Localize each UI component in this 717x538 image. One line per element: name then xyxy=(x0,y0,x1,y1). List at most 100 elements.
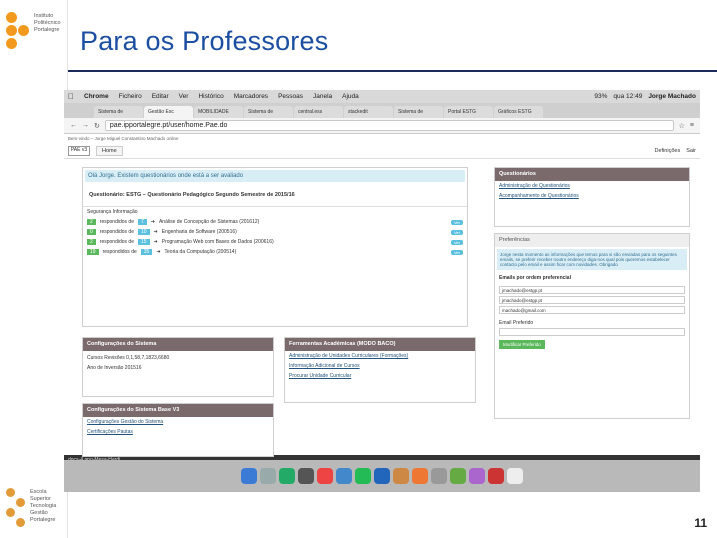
email-field[interactable]: machado@gmail.com xyxy=(499,306,685,314)
trash-icon[interactable] xyxy=(507,468,523,484)
questionnaire-title: Questionário: ESTG – Questionário Pedagó… xyxy=(89,192,295,198)
star-icon[interactable]: ☆ xyxy=(679,122,685,130)
terminal-icon[interactable] xyxy=(298,468,314,484)
panel-title: Configurações do Sistema Base V3 xyxy=(83,404,273,417)
course-name: Análise de Concepção de Sistemas (201612… xyxy=(158,219,260,225)
mac-menu-bar:  Chrome Ficheiro Editar Ver Histórico M… xyxy=(64,90,700,103)
logo-line: Superior xyxy=(30,496,51,502)
panel-title: Questionários xyxy=(495,168,689,181)
view-button[interactable]: Ver xyxy=(450,219,463,225)
section-heading: Segurança Informação xyxy=(83,206,467,217)
panel-title: Ferramentas Académicas (MODO BACO) xyxy=(285,338,475,351)
app-icon[interactable] xyxy=(450,468,466,484)
launchpad-icon[interactable] xyxy=(260,468,276,484)
browser-tab[interactable]: Sistema de xyxy=(394,106,443,118)
config-sistema-panel: Configurações do Sistema Cursos Revisões… xyxy=(82,337,274,397)
panel-link[interactable]: Administração de Questionários xyxy=(495,181,689,191)
estg-logo: Escola Superior Tecnologia Gestão Portal… xyxy=(4,488,66,534)
panel-link[interactable]: Administração de Unidades Curriculares (… xyxy=(285,351,475,361)
slide: Instituto Politécnico Portalegre Escola … xyxy=(0,0,717,538)
battery-level: 93% xyxy=(594,93,608,100)
ferramentas-panel: Ferramentas Académicas (MODO BACO) Admin… xyxy=(284,337,476,403)
pae-logo[interactable]: PAE v3 xyxy=(68,145,90,156)
menu-ficheiro[interactable]: Ficheiro xyxy=(119,93,142,100)
browser-tab[interactable]: Sistema de xyxy=(94,106,143,118)
powerpoint-icon[interactable] xyxy=(412,468,428,484)
view-button[interactable]: Ver xyxy=(450,249,463,255)
panel-link[interactable]: Acompanhamento de Questionários xyxy=(495,191,689,201)
preferred-email-select[interactable] xyxy=(499,328,685,336)
logo-line: Escola xyxy=(30,489,47,495)
app-icon[interactable] xyxy=(336,468,352,484)
word-icon[interactable] xyxy=(374,468,390,484)
browser-tab[interactable]: Gráficos ESTG xyxy=(494,106,543,118)
total-count: 35 xyxy=(140,249,153,255)
answered-count: 2 xyxy=(87,219,96,225)
modify-preferred-button[interactable]: Modificar Preferido xyxy=(499,340,545,349)
preferred-label: Email Preferido xyxy=(499,320,534,326)
finder-icon[interactable] xyxy=(241,468,257,484)
menu-ver[interactable]: Ver xyxy=(179,93,189,100)
menu-historico[interactable]: Histórico xyxy=(198,93,223,100)
email-field[interactable]: jmachado@estgp.pt xyxy=(499,286,685,294)
alert-banner: Olá Jorge. Existem questionários onde es… xyxy=(85,170,465,182)
answered-count: 2 xyxy=(87,239,96,245)
menu-pessoas[interactable]: Pessoas xyxy=(278,93,303,100)
forward-icon[interactable]: → xyxy=(82,122,89,129)
app-icon[interactable] xyxy=(488,468,504,484)
menu-ajuda[interactable]: Ajuda xyxy=(342,93,359,100)
apple-icon[interactable]:  xyxy=(68,92,74,101)
questionnaire-panel: Olá Jorge. Existem questionários onde es… xyxy=(82,167,468,327)
panel-link[interactable]: Procurar Unidade Curricular xyxy=(285,371,475,381)
panel-title: Preferências xyxy=(495,234,689,247)
slide-title: Para os Professores xyxy=(80,26,329,56)
menu-chrome[interactable]: Chrome xyxy=(84,93,109,100)
list-item: 2 respondidos de 15 ➜ Programação Web co… xyxy=(83,237,467,247)
preferencias-panel: Preferências Jorge nesta momento as info… xyxy=(494,233,690,419)
url-input[interactable]: pae.ipportalegre.pt/user/home.Pae.do xyxy=(104,120,674,131)
list-item: 19 respondidos de 35 ➜ Teoria da Computa… xyxy=(83,247,467,257)
logo-line: Instituto xyxy=(34,13,54,19)
app-icon[interactable] xyxy=(279,468,295,484)
panel-link[interactable]: Configurações Gestão do Sistema xyxy=(83,417,273,427)
left-sidebar: Instituto Politécnico Portalegre Escola … xyxy=(0,0,68,538)
total-count: 15 xyxy=(137,239,150,245)
app-icon[interactable] xyxy=(431,468,447,484)
back-icon[interactable]: ← xyxy=(70,122,77,129)
panel-link[interactable]: Informação Adicional de Cursos xyxy=(285,361,475,371)
view-button[interactable]: Ver xyxy=(450,229,463,235)
reload-icon[interactable]: ↻ xyxy=(94,122,100,130)
panel-line: Cursos Revisões 0,1,58,7,1823,6680 xyxy=(87,355,170,361)
logout-button[interactable]: Sair xyxy=(686,148,696,154)
browser-tab[interactable]: central.ess xyxy=(294,106,343,118)
app-icon[interactable] xyxy=(355,468,371,484)
browser-tab[interactable]: stackedit xyxy=(344,106,393,118)
email-field[interactable]: jmachado@estgp.pt xyxy=(499,296,685,304)
answered-count: 19 xyxy=(87,249,99,255)
browser-tab[interactable]: Sistema de xyxy=(244,106,293,118)
row-label: respondidos de xyxy=(99,229,134,235)
app-icon[interactable] xyxy=(469,468,485,484)
browser-tab[interactable]: Gestão Esc xyxy=(144,106,193,118)
browser-tab[interactable]: MOBILIDADE xyxy=(194,106,243,118)
logo-line: Tecnologia xyxy=(30,503,57,509)
page-content: Olá Jorge. Existem questionários onde es… xyxy=(64,159,700,457)
menu-janela[interactable]: Janela xyxy=(313,93,332,100)
menu-editar[interactable]: Editar xyxy=(152,93,169,100)
arrow-icon: ➜ xyxy=(153,239,158,245)
course-name: Teoria da Computação (200514) xyxy=(164,249,237,255)
address-bar-row: ← → ↻ pae.ipportalegre.pt/user/home.Pae.… xyxy=(64,118,700,134)
menu-marcadores[interactable]: Marcadores xyxy=(234,93,268,100)
user-name[interactable]: Jorge Machado xyxy=(648,93,696,100)
panel-link[interactable]: Certificações Pautas xyxy=(83,427,273,437)
menu-icon[interactable]: ≡ xyxy=(690,122,694,129)
settings-button[interactable]: Definições xyxy=(655,148,681,154)
config-base-panel: Configurações do Sistema Base V3 Configu… xyxy=(82,403,274,457)
app-icon[interactable] xyxy=(393,468,409,484)
list-item: 0 respondidos de 10 ➜ Engenharia de Soft… xyxy=(83,227,467,237)
browser-tab[interactable]: Portal ESTG xyxy=(444,106,493,118)
home-button[interactable]: Home xyxy=(96,145,123,156)
chrome-icon[interactable] xyxy=(317,468,333,484)
course-name: Programação Web com Bases de Dados (2006… xyxy=(161,239,274,245)
view-button[interactable]: Ver xyxy=(450,239,463,245)
